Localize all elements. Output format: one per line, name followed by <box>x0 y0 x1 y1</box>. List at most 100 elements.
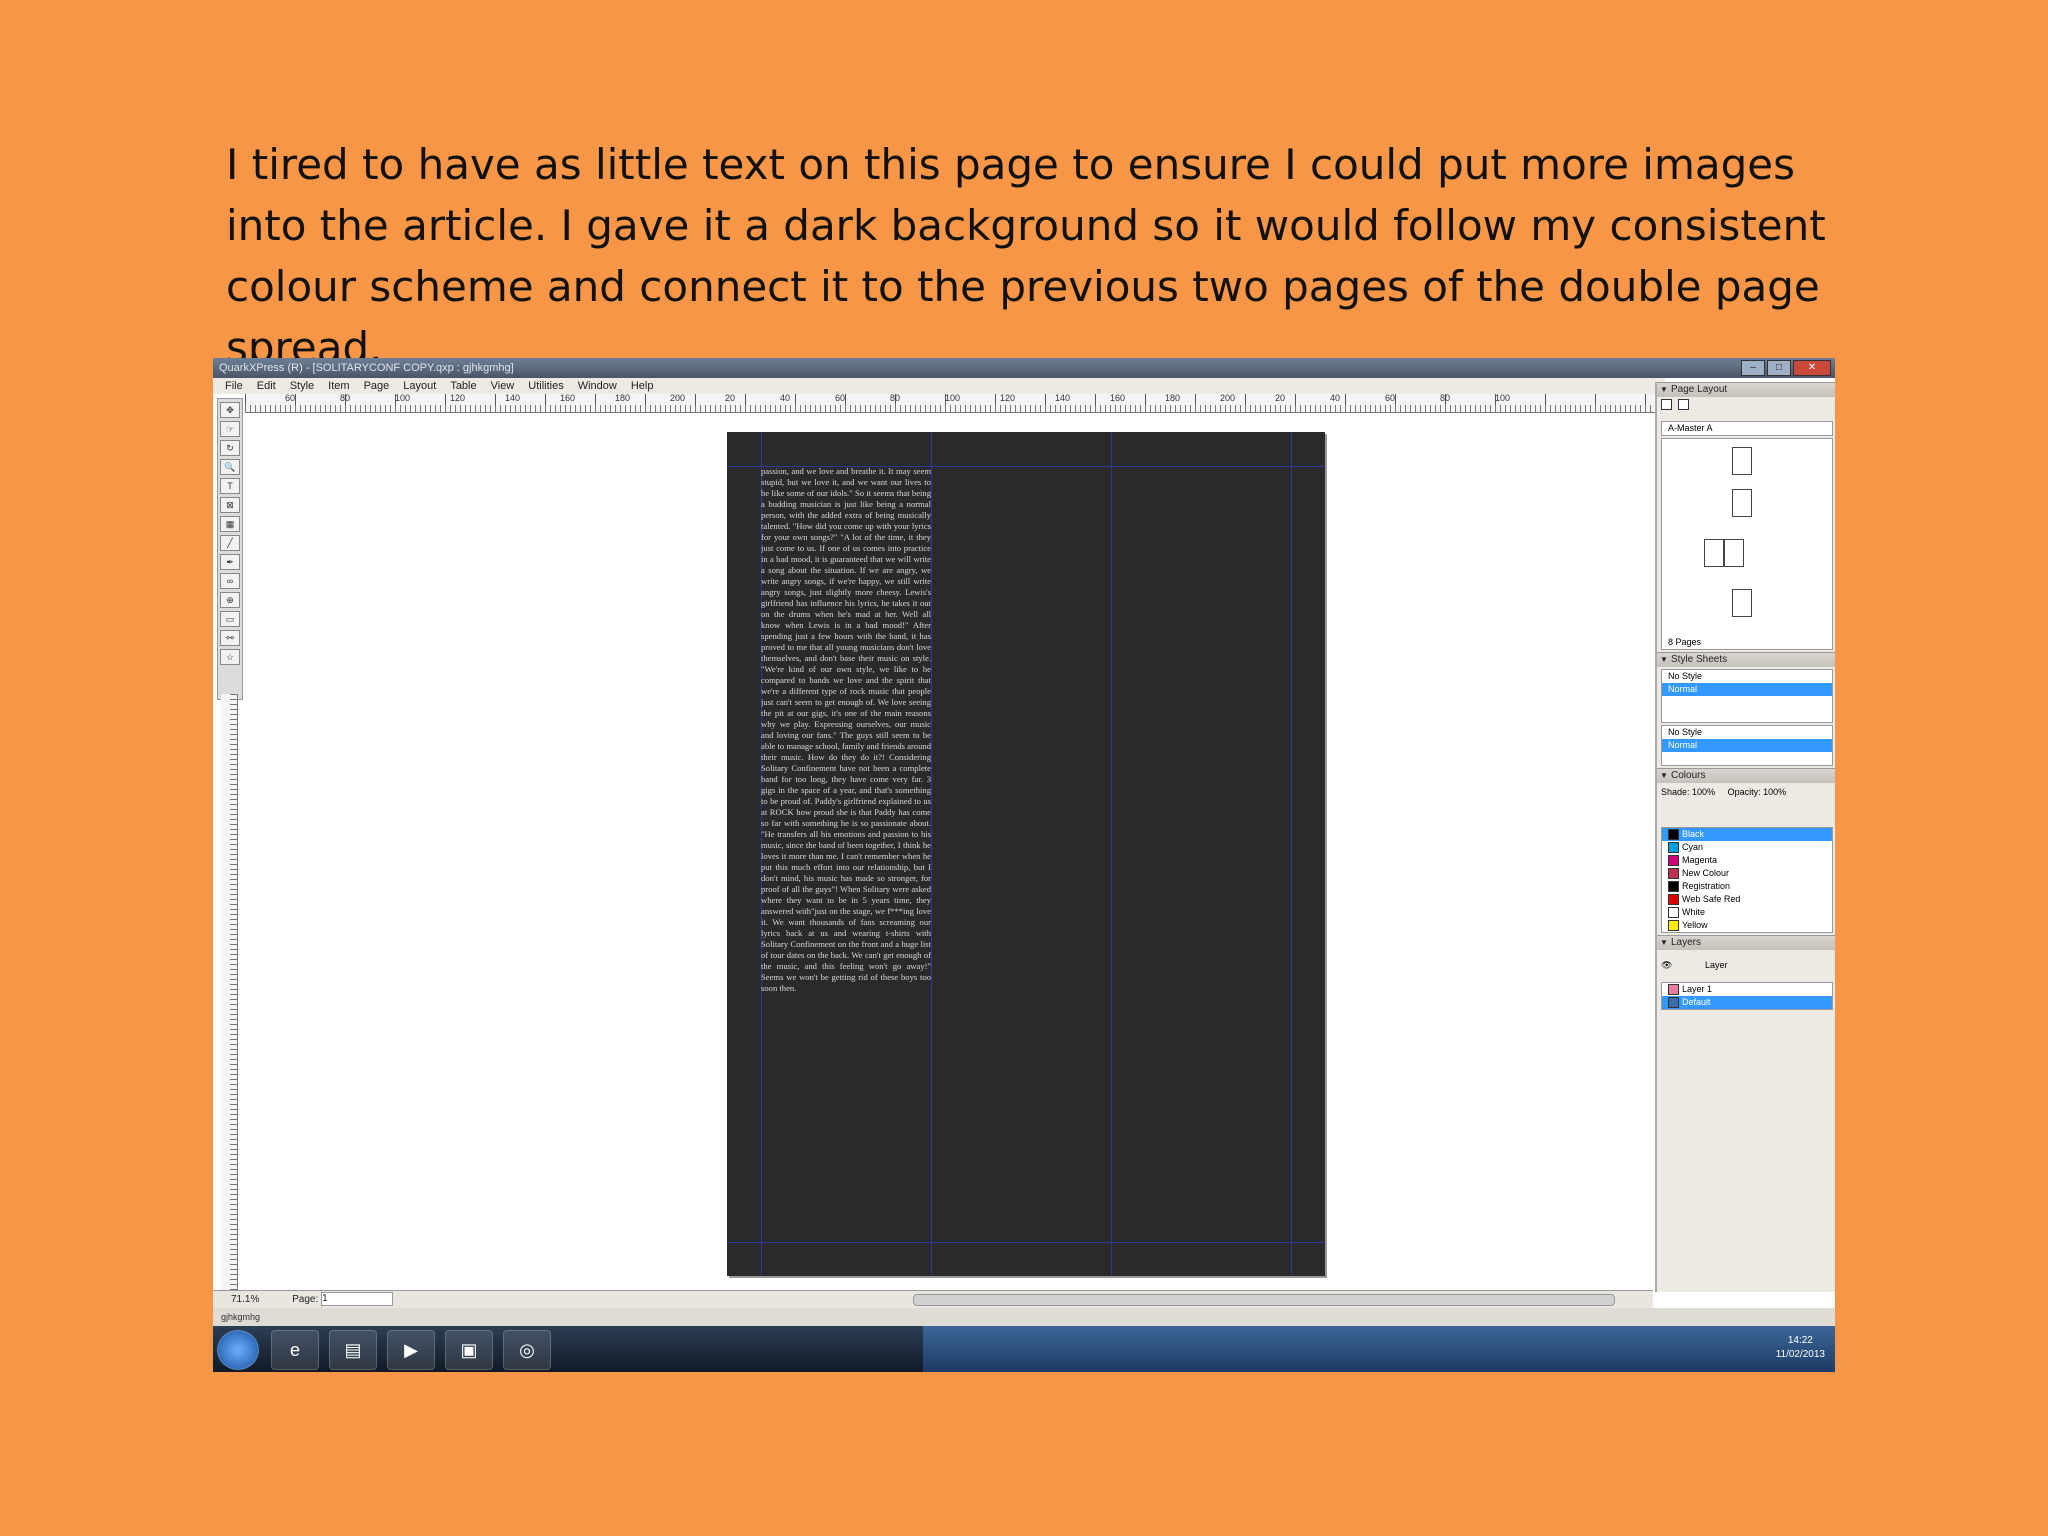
colours-palette-title[interactable]: Colours <box>1657 768 1835 783</box>
taskbar-app-icon[interactable]: ◎ <box>503 1330 551 1370</box>
tool-icon-2[interactable]: ↻ <box>220 440 240 456</box>
menu-edit[interactable]: Edit <box>257 378 276 394</box>
layer-item-selected[interactable]: Default <box>1662 996 1832 1009</box>
ruler-number: 80 <box>890 393 901 403</box>
tool-icon-8[interactable]: ✒ <box>220 554 240 570</box>
eye-icon: 👁 <box>1661 960 1673 970</box>
colour-name: Black <box>1682 829 1705 839</box>
page-field[interactable]: 1 <box>321 1292 394 1307</box>
colour-item[interactable]: Yellow <box>1662 919 1832 932</box>
facing-page-icon[interactable] <box>1677 399 1689 411</box>
tool-icon-4[interactable]: T <box>220 478 240 494</box>
tool-icon-5[interactable]: ⊠ <box>220 497 240 513</box>
quarkxpress-screenshot: QuarkXPress (R) - [SOLITARYCONF COPY.qxp… <box>213 358 1835 1372</box>
menu-view[interactable]: View <box>491 378 515 394</box>
colour-name: Magenta <box>1682 855 1718 865</box>
tool-icon-13[interactable]: ☆ <box>220 649 240 665</box>
column-guide <box>931 432 932 1276</box>
blank-page-icon[interactable] <box>1661 399 1672 411</box>
taskbar-app-icon[interactable]: ▤ <box>329 1330 377 1370</box>
tool-icon-12[interactable]: ⚯ <box>220 630 240 646</box>
style-sheets-palette-title[interactable]: Style Sheets <box>1657 652 1835 667</box>
paragraph-styles-list: No Style Normal <box>1661 669 1833 723</box>
tool-icon-11[interactable]: ▭ <box>220 611 240 627</box>
colour-swatch <box>1668 842 1679 854</box>
tool-icon-10[interactable]: ⊕ <box>220 592 240 608</box>
colour-item[interactable]: New Colour <box>1662 867 1832 880</box>
vertical-ruler[interactable] <box>221 694 238 1330</box>
colour-name: Cyan <box>1682 842 1704 852</box>
layers-header: 👁 Layer <box>1657 958 1835 980</box>
menu-help[interactable]: Help <box>631 378 654 394</box>
tool-icon-9[interactable]: ∞ <box>220 573 240 589</box>
layers-palette-title[interactable]: Layers <box>1657 935 1835 950</box>
character-style-normal[interactable]: Normal <box>1662 739 1832 752</box>
colour-item[interactable]: White <box>1662 906 1832 919</box>
article-text-box[interactable]: passion, and we love and breathe it. It … <box>761 466 931 1226</box>
menu-item[interactable]: Item <box>328 378 349 394</box>
page-thumb[interactable] <box>1724 539 1744 567</box>
start-button[interactable] <box>217 1330 259 1370</box>
page-thumb[interactable] <box>1732 489 1752 517</box>
ruler-number: 60 <box>285 393 296 403</box>
colour-item[interactable]: Black <box>1662 828 1832 841</box>
tool-icon-0[interactable]: ✥ <box>220 402 240 418</box>
taskbar-clock[interactable]: 14:22 11/02/2013 <box>1776 1334 1825 1362</box>
master-pages-list: A-Master A <box>1661 421 1833 436</box>
windows-taskbar: e ▤ ▶ ▣ ◎ 14:22 11/02/2013 <box>213 1326 1835 1372</box>
menu-file[interactable]: File <box>225 378 243 394</box>
shade-value[interactable]: 100% <box>1692 787 1715 797</box>
master-page-item[interactable]: A-Master A <box>1662 422 1832 435</box>
menu-page[interactable]: Page <box>364 378 390 394</box>
character-style-no-style[interactable]: No Style <box>1662 726 1832 739</box>
ruler-number: 140 <box>505 393 521 403</box>
menu-table[interactable]: Table <box>450 378 476 394</box>
colour-item[interactable]: Web Safe Red <box>1662 893 1832 906</box>
paragraph-style-no-style[interactable]: No Style <box>1662 670 1832 683</box>
layer-item[interactable]: Layer 1 <box>1662 983 1832 996</box>
page-layout-palette-title[interactable]: Page Layout <box>1657 382 1835 397</box>
menu-style[interactable]: Style <box>290 378 314 394</box>
column-guide <box>1111 432 1112 1276</box>
paragraph-style-normal[interactable]: Normal <box>1662 683 1832 696</box>
clock-time: 14:22 <box>1787 1335 1813 1346</box>
tools-palette: ✥ ☞ ↻ 🔍 T ⊠ ▦ ╱ ✒ ∞ ⊕ ▭ ⚯ ☆ <box>217 398 243 700</box>
page-label: Page: <box>292 1294 319 1305</box>
document-page[interactable]: passion, and we love and breathe it. It … <box>727 432 1325 1276</box>
page-layout-toolbar <box>1657 397 1835 419</box>
ruler-number: 200 <box>670 393 686 403</box>
maximize-button[interactable]: □ <box>1767 360 1791 376</box>
tool-icon-6[interactable]: ▦ <box>220 516 240 532</box>
page-thumb[interactable] <box>1732 589 1752 617</box>
menu-window[interactable]: Window <box>578 378 617 394</box>
tool-icon-3[interactable]: 🔍 <box>220 459 240 475</box>
zoom-field[interactable]: 71.1% <box>231 1294 259 1305</box>
menu-utilities[interactable]: Utilities <box>528 378 563 394</box>
character-styles-list: No Style Normal <box>1661 725 1833 766</box>
taskbar-blurred-area <box>923 1326 1835 1372</box>
close-button[interactable]: ✕ <box>1793 360 1831 376</box>
tool-icon-1[interactable]: ☞ <box>220 421 240 437</box>
horizontal-scrollbar[interactable] <box>913 1294 1615 1306</box>
menu-layout[interactable]: Layout <box>403 378 436 394</box>
colour-item[interactable]: Magenta <box>1662 854 1832 867</box>
opacity-value[interactable]: 100% <box>1763 787 1786 797</box>
horizontal-ruler[interactable]: 60 80 100 120 140 160 180 200 20 40 60 80 100 120 140 1… <box>245 393 1835 413</box>
page-thumb[interactable] <box>1732 447 1752 475</box>
colour-item[interactable]: Cyan <box>1662 841 1832 854</box>
opacity-label: Opacity: <box>1727 787 1761 797</box>
taskbar-app-icon[interactable]: ▶ <box>387 1330 435 1370</box>
colour-swatch <box>1668 920 1679 932</box>
window-title: QuarkXPress (R) - [SOLITARYCONF COPY.qxp… <box>219 362 514 374</box>
colour-item[interactable]: Registration <box>1662 880 1832 893</box>
ruler-number: 40 <box>1330 393 1341 403</box>
ruler-number: 200 <box>1220 393 1236 403</box>
page-count: 8 Pages <box>1668 637 1702 647</box>
taskbar-app-icon[interactable]: e <box>271 1330 319 1370</box>
tool-icon-7[interactable]: ╱ <box>220 535 240 551</box>
minimize-button[interactable]: – <box>1741 360 1765 376</box>
layout-tab-strip: gjhkgmhg <box>213 1308 1835 1326</box>
page-thumb[interactable] <box>1704 539 1724 567</box>
taskbar-app-icon[interactable]: ▣ <box>445 1330 493 1370</box>
layout-tab[interactable]: gjhkgmhg <box>221 1312 260 1322</box>
